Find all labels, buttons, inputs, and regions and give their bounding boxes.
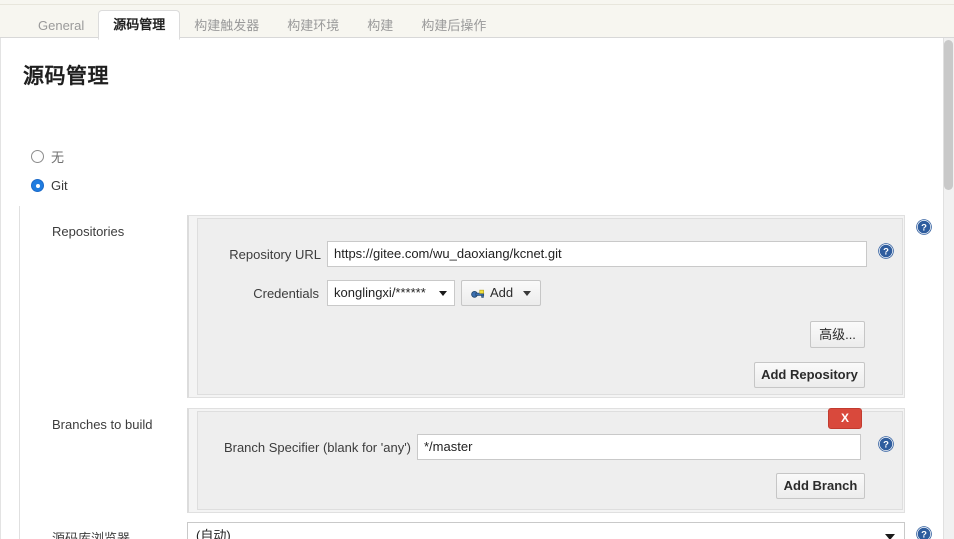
add-branch-button[interactable]: Add Branch [776, 473, 865, 499]
scm-option-git[interactable]: Git [31, 178, 68, 193]
credentials-selected-value: konglingxi/****** [334, 285, 426, 300]
source-browser-label: 源码库浏览器 [52, 531, 131, 539]
radio-none[interactable] [31, 150, 44, 163]
tab-post-build-actions[interactable]: 构建后操作 [407, 12, 500, 39]
help-icon-source-browser[interactable]: ? [916, 526, 932, 539]
radio-git-label: Git [51, 178, 68, 193]
svg-text:?: ? [883, 440, 889, 451]
tab-bar: General 源码管理 构建触发器 构建环境 构建 构建后操作 [0, 5, 954, 40]
add-credentials-label: Add [490, 285, 514, 300]
repository-url-label: Repository URL [229, 246, 321, 262]
vertical-scrollbar-thumb[interactable] [944, 40, 953, 190]
add-repository-button[interactable]: Add Repository [754, 362, 865, 388]
left-guide-line [19, 206, 20, 539]
scm-configuration-page: General 源码管理 构建触发器 构建环境 构建 构建后操作 源码管理 无 … [0, 0, 954, 539]
scm-option-none[interactable]: 无 [31, 147, 64, 166]
tab-build-environment[interactable]: 构建环境 [273, 12, 353, 39]
branch-specifier-row: Branch Specifier (blank for 'any') */mas… [222, 434, 861, 460]
help-icon-branch-specifier[interactable]: ? [878, 436, 894, 452]
credentials-row: Credentials konglingxi/****** [221, 280, 455, 306]
help-icon-repository-url[interactable]: ? [878, 243, 894, 259]
svg-text:?: ? [921, 223, 927, 234]
tab-build-triggers[interactable]: 构建触发器 [180, 12, 273, 39]
key-icon [471, 289, 485, 298]
radio-none-label: 无 [51, 150, 65, 165]
repository-url-row: Repository URL https://gitee.com/wu_daox… [221, 241, 867, 267]
repository-url-input[interactable]: https://gitee.com/wu_daoxiang/kcnet.git [327, 241, 867, 267]
source-browser-select[interactable]: (自动) [187, 522, 905, 539]
tab-general[interactable]: General [24, 12, 98, 39]
chevron-down-icon [439, 291, 447, 296]
branch-specifier-input[interactable]: */master [417, 434, 861, 460]
add-credentials-button[interactable]: Add [461, 280, 542, 306]
chevron-down-icon [523, 290, 532, 296]
repositories-label: Repositories [52, 224, 125, 239]
chevron-down-icon [885, 533, 895, 539]
credentials-select[interactable]: konglingxi/****** [327, 280, 455, 306]
form-body: 源码管理 无 Git Repositories Repository URL h… [0, 38, 943, 539]
branches-to-build-label: Branches to build [52, 417, 153, 432]
credentials-label: Credentials [253, 285, 319, 301]
branch-specifier-label: Branch Specifier (blank for 'any') [223, 439, 411, 455]
source-browser-selected-value: (自动) [196, 528, 231, 539]
page-title: 源码管理 [23, 65, 109, 88]
svg-text:?: ? [883, 247, 889, 258]
advanced-button[interactable]: 高级... [810, 321, 865, 348]
svg-text:?: ? [921, 530, 927, 539]
tab-build[interactable]: 构建 [353, 12, 407, 39]
tab-source-code-management[interactable]: 源码管理 [98, 10, 181, 40]
help-icon-repositories[interactable]: ? [916, 219, 932, 235]
delete-branch-button[interactable]: X [828, 408, 862, 429]
radio-git[interactable] [31, 179, 44, 192]
